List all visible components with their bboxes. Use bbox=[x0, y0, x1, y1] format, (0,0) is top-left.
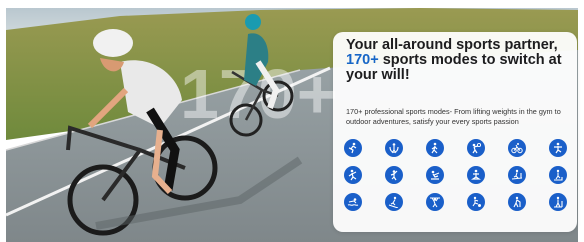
climbing-icon bbox=[385, 166, 403, 184]
headline-line2: sports modes to switch at bbox=[378, 52, 562, 68]
headline-line3: your will! bbox=[346, 67, 410, 83]
cycling-icon bbox=[508, 139, 526, 157]
headline: Your all-around sports partner, 170+ spo… bbox=[346, 38, 578, 83]
yoga-icon bbox=[467, 166, 485, 184]
gymnastics-icon bbox=[549, 139, 567, 157]
treadmill-icon bbox=[508, 166, 526, 184]
feature-description: 170+ professional sports modes- From lif… bbox=[346, 107, 561, 126]
walking-icon bbox=[426, 139, 444, 157]
headline-accent: 170+ bbox=[346, 52, 379, 68]
sport-icon-grid bbox=[344, 139, 567, 211]
headline-line1: Your all-around sports partner, bbox=[346, 37, 558, 53]
promo-banner: 170+ Your all-around sports partner, 170… bbox=[0, 0, 584, 242]
football-icon bbox=[467, 193, 485, 211]
indoor-walking-icon bbox=[549, 193, 567, 211]
hiking-icon bbox=[508, 193, 526, 211]
rowing-icon bbox=[426, 166, 444, 184]
skiing-icon bbox=[385, 193, 403, 211]
basketball-icon bbox=[467, 139, 485, 157]
stepper-icon bbox=[549, 166, 567, 184]
swimming-icon bbox=[344, 193, 362, 211]
skipping-rope-icon bbox=[385, 139, 403, 157]
running-icon bbox=[344, 139, 362, 157]
dancing-icon bbox=[344, 166, 362, 184]
weightlifting-icon bbox=[426, 193, 444, 211]
